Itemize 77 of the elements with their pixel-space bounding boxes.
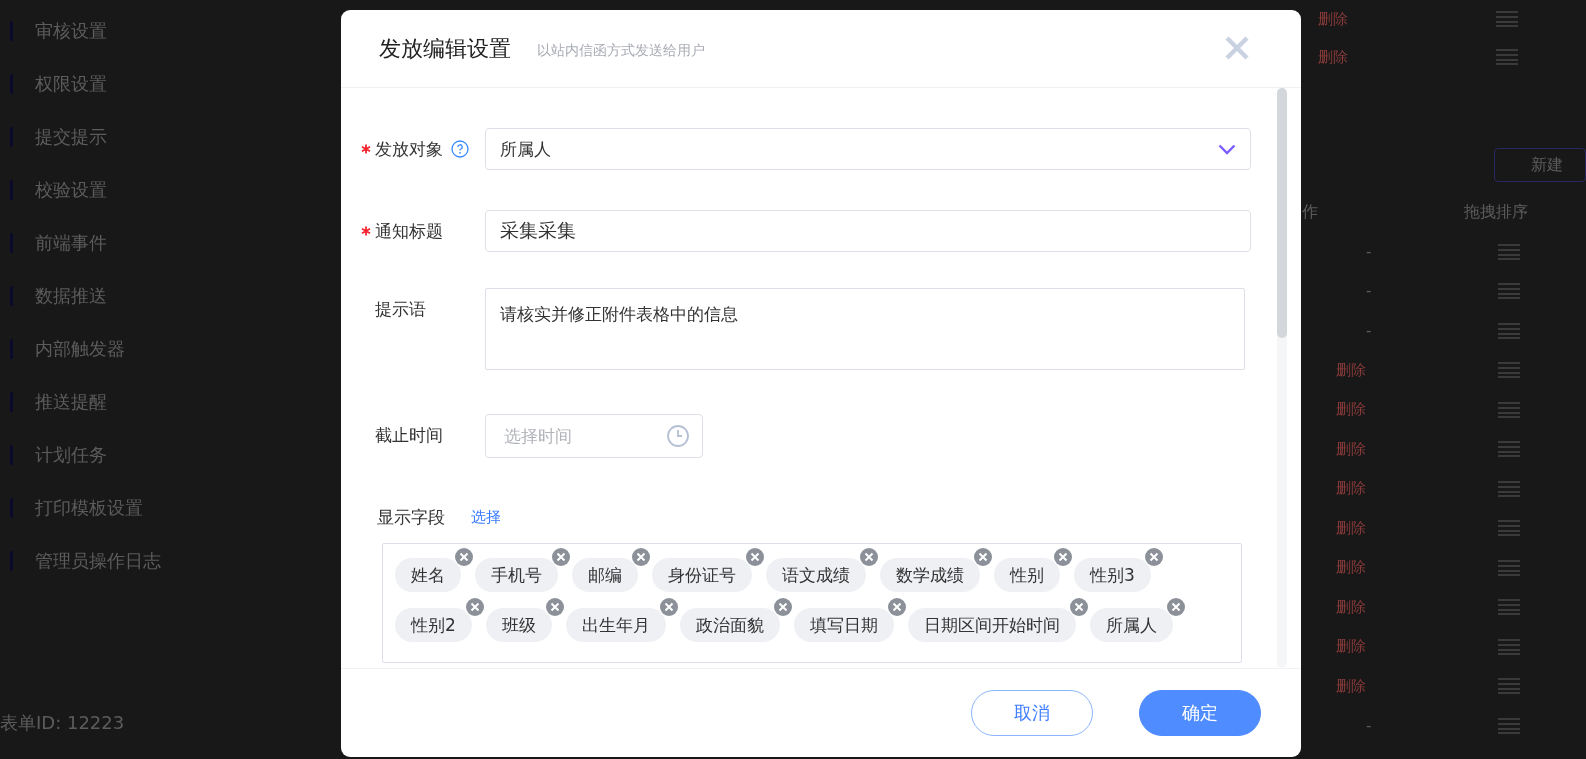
drag-handle-icon[interactable] — [1498, 441, 1520, 458]
drag-handle-icon[interactable] — [1498, 362, 1520, 379]
sidebar-item[interactable]: 内部触发器 — [35, 336, 125, 361]
help-icon[interactable] — [451, 140, 469, 158]
drag-handle-icon[interactable] — [1498, 322, 1520, 339]
close-icon — [659, 598, 678, 616]
sidebar-item[interactable]: 校验设置 — [35, 177, 107, 202]
scrollbar[interactable] — [1277, 88, 1287, 668]
drag-handle-icon[interactable] — [1496, 11, 1518, 27]
delete-link[interactable]: 删除 — [1336, 676, 1366, 696]
sidebar-item[interactable]: 前端事件 — [35, 230, 107, 255]
delete-link[interactable]: 删除 — [1318, 9, 1348, 29]
sidebar-item[interactable]: 管理员操作日志 — [35, 548, 161, 573]
delete-link[interactable]: 删除 — [1336, 400, 1366, 420]
sidebar-item[interactable]: 提交提示 — [35, 124, 107, 149]
column-header: 拖拽排序 — [1464, 202, 1528, 223]
close-icon — [860, 548, 878, 566]
close-icon — [1054, 548, 1072, 566]
delete-link[interactable]: 删除 — [1336, 479, 1366, 499]
drag-handle-icon[interactable] — [1498, 243, 1520, 260]
drag-handle-icon[interactable] — [1498, 480, 1520, 497]
drag-handle-icon[interactable] — [1498, 678, 1520, 695]
clock-icon — [666, 424, 690, 448]
close-icon — [552, 548, 570, 566]
form-id: 表单ID: 12223 — [0, 711, 125, 735]
close-icon — [455, 548, 473, 566]
close-icon — [632, 548, 650, 566]
title-input[interactable]: 采集采集 — [485, 210, 1251, 252]
close-icon — [746, 548, 764, 566]
field-label: 提示语 — [375, 297, 426, 321]
dialog-subtitle: 以站内信函方式发送给用户 — [537, 41, 705, 60]
delete-link[interactable]: 删除 — [1336, 360, 1366, 380]
new-button[interactable]: 新建 — [1494, 148, 1586, 182]
drag-handle-icon[interactable] — [1498, 520, 1520, 537]
empty-action: - — [1365, 282, 1372, 301]
close-icon — [1144, 548, 1163, 566]
cancel-button[interactable]: 取消 — [971, 690, 1093, 736]
time-picker[interactable]: 选择时间 — [485, 414, 703, 458]
delete-link[interactable]: 删除 — [1336, 558, 1366, 578]
drag-handle-icon[interactable] — [1498, 401, 1520, 418]
drag-handle-icon[interactable] — [1498, 599, 1520, 616]
delete-link[interactable]: 删除 — [1336, 518, 1366, 538]
drag-handle-icon[interactable] — [1498, 638, 1520, 655]
sidebar-item[interactable]: 推送提醒 — [35, 389, 107, 414]
sidebar-item[interactable]: 权限设置 — [35, 71, 107, 96]
close-icon — [887, 598, 906, 616]
close-icon — [974, 548, 992, 566]
prompt-textarea[interactable]: 请核实并修正附件表格中的信息 — [485, 288, 1245, 370]
drag-handle-icon[interactable] — [1496, 49, 1518, 65]
target-select[interactable]: 所属人 — [485, 128, 1251, 170]
field-label: 显示字段 — [377, 506, 445, 529]
empty-action: - — [1365, 716, 1372, 735]
close-icon — [545, 598, 564, 616]
close-icon — [1166, 598, 1185, 616]
field-label: 截止时间 — [375, 423, 443, 447]
drag-handle-icon[interactable] — [1498, 559, 1520, 576]
column-header: 作 — [1302, 202, 1318, 223]
drag-handle-icon[interactable] — [1498, 717, 1520, 734]
empty-action: - — [1365, 321, 1372, 340]
close-icon — [1069, 598, 1088, 616]
chevron-down-icon — [1218, 143, 1236, 155]
choose-link[interactable]: 选择 — [471, 508, 501, 527]
confirm-button[interactable]: 确定 — [1139, 690, 1261, 736]
dialog-title: 发放编辑设置 — [379, 34, 511, 63]
delete-link[interactable]: 删除 — [1336, 637, 1366, 657]
delete-link[interactable]: 删除 — [1318, 47, 1348, 67]
delete-link[interactable]: 删除 — [1336, 439, 1366, 459]
sidebar-item[interactable]: 审核设置 — [35, 18, 107, 43]
sidebar-item[interactable]: 计划任务 — [35, 442, 107, 467]
close-icon — [465, 598, 484, 616]
close-icon — [773, 598, 792, 616]
empty-action: - — [1365, 242, 1372, 261]
sidebar-item[interactable]: 数据推送 — [35, 283, 107, 308]
sidebar-item[interactable]: 打印模板设置 — [35, 495, 143, 520]
close-button[interactable] — [1223, 34, 1251, 62]
delete-link[interactable]: 删除 — [1336, 597, 1366, 617]
drag-handle-icon[interactable] — [1498, 283, 1520, 300]
